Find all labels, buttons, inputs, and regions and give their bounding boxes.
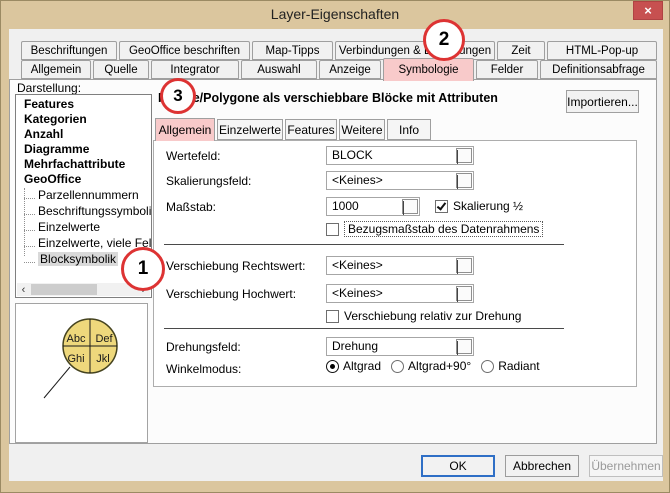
tab-anzeige[interactable]: Anzeige <box>319 60 381 79</box>
renderer-heading: Punkte/Polygone als verschiebbare Blöcke… <box>158 91 498 105</box>
tab-row-2: Allgemein Quelle Integrator Auswahl Anze… <box>21 58 657 81</box>
radio-radiant[interactable]: Radiant <box>481 359 540 373</box>
separator <box>164 328 564 329</box>
radio-unselected-icon <box>391 359 405 373</box>
annotation-circle-2: 2 <box>423 19 465 61</box>
radio-unselected-icon <box>481 359 495 373</box>
tab-geooffice-beschriften[interactable]: GeoOffice beschriften <box>119 41 250 60</box>
chevron-down-icon <box>456 173 472 189</box>
list-item-mehrfachattribute[interactable]: Mehrfachattribute <box>16 157 151 172</box>
checkbox-unchecked-icon <box>326 222 339 236</box>
tab-auswahl[interactable]: Auswahl <box>241 60 317 79</box>
tree-branch-icon <box>24 195 35 199</box>
tree-branch-icon <box>24 259 35 263</box>
list-item-parzellennummern[interactable]: Parzellennummern <box>16 187 151 203</box>
inner-tab-einzelwerte[interactable]: Einzelwerte <box>217 119 283 140</box>
tab-html-popup[interactable]: HTML-Pop-up <box>547 41 657 60</box>
chevron-down-icon <box>456 339 472 355</box>
close-icon: × <box>644 3 652 18</box>
bezugsmassstab-checkbox[interactable]: Bezugsmaßstab des Datenrahmens <box>326 221 544 237</box>
checkbox-unchecked-icon <box>326 309 339 323</box>
list-item-beschriftungssymbolik[interactable]: Beschriftungssymbolik <box>16 203 151 219</box>
inner-tab-info[interactable]: Info <box>387 119 431 140</box>
inner-tab-allgemein[interactable]: Allgemein <box>155 118 215 141</box>
massstab-label: Maßstab: <box>166 200 217 214</box>
cancel-button[interactable]: Abbrechen <box>505 455 579 477</box>
symbol-label-q4: Jkl <box>96 353 109 365</box>
tab-allgemein[interactable]: Allgemein <box>21 60 91 79</box>
drehungsfeld-label: Drehungsfeld: <box>166 340 241 354</box>
annotation-circle-1: 1 <box>121 247 165 291</box>
tab-zeit[interactable]: Zeit <box>497 41 545 60</box>
tab-definitionsabfrage[interactable]: Definitionsabfrage <box>540 60 657 79</box>
ok-button[interactable]: OK <box>421 455 495 477</box>
skalierungsfeld-dropdown[interactable]: <Keines> <box>326 171 474 190</box>
tab-row-1: Beschriftungen GeoOffice beschriften Map… <box>21 41 657 60</box>
window-title: Layer-Eigenschaften <box>270 6 400 22</box>
apply-button: Übernehmen <box>589 455 663 477</box>
verschiebung-hochwert-dropdown[interactable]: <Keines> <box>326 284 474 303</box>
close-button[interactable]: × <box>633 1 663 20</box>
wertefeld-label: Wertefeld: <box>166 149 221 163</box>
list-item-geooffice[interactable]: GeoOffice <box>16 172 151 187</box>
tree-branch-icon <box>24 211 35 215</box>
list-item-kategorien[interactable]: Kategorien <box>16 112 151 127</box>
symbol-label-q1: Abc <box>67 333 86 345</box>
scrollbar-thumb[interactable] <box>31 284 97 295</box>
list-item-anzahl[interactable]: Anzahl <box>16 127 151 142</box>
winkelmodus-radio-group: Altgrad Altgrad+90° Radiant <box>326 359 540 373</box>
symbol-label-q3: Ghi <box>67 353 84 365</box>
list-item-einzelwerte[interactable]: Einzelwerte <box>16 219 151 235</box>
skalierung-checkbox[interactable]: Skalierung ½ <box>435 199 523 213</box>
symbol-label-q2: Def <box>95 333 113 345</box>
chevron-down-icon <box>456 148 472 164</box>
separator <box>164 244 564 245</box>
tree-branch-icon <box>24 243 35 247</box>
tab-integrator[interactable]: Integrator <box>151 60 239 79</box>
darstellung-label: Darstellung: <box>17 81 82 95</box>
import-button[interactable]: Importieren... <box>566 90 639 113</box>
drehungsfeld-dropdown[interactable]: Drehung <box>326 337 474 356</box>
scroll-left-icon[interactable]: ‹ <box>17 283 30 296</box>
tab-map-tipps[interactable]: Map-Tipps <box>252 41 333 60</box>
verschiebung-hochwert-label: Verschiebung Hochwert: <box>166 287 297 301</box>
verschiebung-rechtswert-label: Verschiebung Rechtswert: <box>166 259 306 273</box>
layer-properties-dialog: Layer-Eigenschaften × Beschriftungen Geo… <box>0 0 670 493</box>
checkbox-checked-icon <box>435 199 448 213</box>
block-symbol-graphic: Abc Def Ghi Jkl <box>43 318 118 399</box>
chevron-down-icon <box>456 286 472 302</box>
chevron-down-icon <box>402 199 418 215</box>
tab-quelle[interactable]: Quelle <box>93 60 149 79</box>
tab-felder[interactable]: Felder <box>476 60 538 79</box>
tree-guide-line <box>24 188 25 256</box>
radio-selected-icon <box>326 359 339 373</box>
skalierungsfeld-label: Skalierungsfeld: <box>166 174 252 188</box>
inner-tab-features[interactable]: Features <box>285 119 337 140</box>
wertefeld-dropdown[interactable]: BLOCK <box>326 146 474 165</box>
list-item-einzelwerte-viele-felder[interactable]: Einzelwerte, viele Felder <box>16 235 151 251</box>
symbol-preview: Abc Def Ghi Jkl <box>15 303 148 443</box>
verschiebung-rechtswert-dropdown[interactable]: <Keines> <box>326 256 474 275</box>
tab-beschriftungen[interactable]: Beschriftungen <box>21 41 117 60</box>
chevron-down-icon <box>456 258 472 274</box>
annotation-circle-3: 3 <box>160 78 196 114</box>
inner-tab-row: Allgemein Einzelwerte Features Weitere I… <box>155 118 431 141</box>
radio-altgrad[interactable]: Altgrad <box>326 359 381 373</box>
massstab-dropdown[interactable]: 1000 <box>326 197 420 216</box>
tab-symbologie[interactable]: Symbologie <box>383 58 474 81</box>
tree-branch-icon <box>24 227 35 231</box>
verschiebung-relativ-checkbox[interactable]: Verschiebung relativ zur Drehung <box>326 309 521 323</box>
winkelmodus-label: Winkelmodus: <box>166 362 242 376</box>
list-item-features[interactable]: Features <box>16 97 151 112</box>
radio-altgrad-90[interactable]: Altgrad+90° <box>391 359 471 373</box>
list-item-diagramme[interactable]: Diagramme <box>16 142 151 157</box>
inner-tab-weitere[interactable]: Weitere <box>339 119 385 140</box>
